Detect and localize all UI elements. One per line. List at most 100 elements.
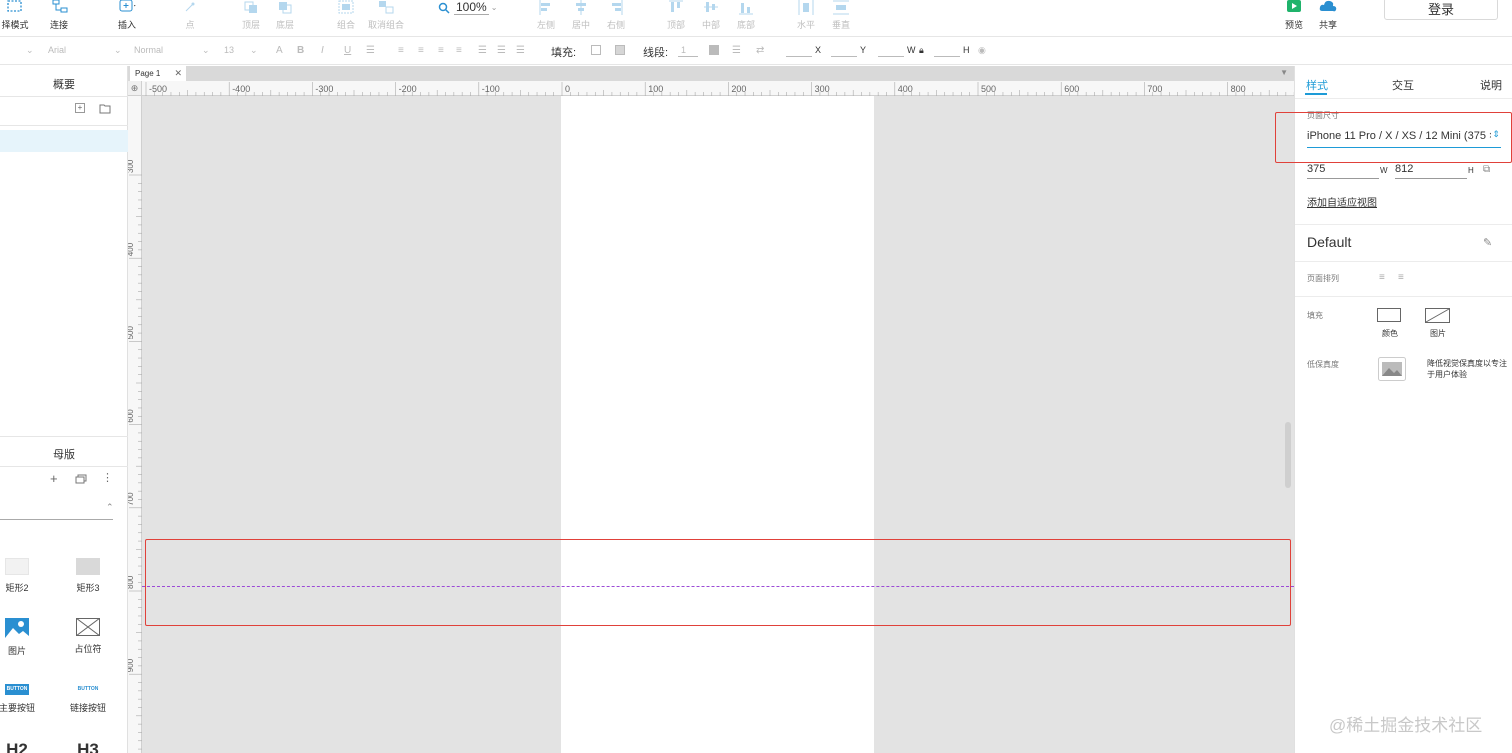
placeholder-widget-icon: [76, 618, 100, 636]
page-width-field[interactable]: [1307, 178, 1379, 179]
font-family-chevron-icon[interactable]: ⌄: [114, 45, 122, 56]
zoom-value[interactable]: 100%: [454, 0, 489, 15]
page-height-field[interactable]: [1395, 178, 1467, 179]
font-size-chevron-icon[interactable]: ⌄: [250, 45, 258, 56]
close-tab-icon[interactable]: ✕: [174, 66, 182, 81]
align-center-button[interactable]: 居中: [567, 0, 595, 37]
page-tab-strip: Page 1 ✕ ▼: [128, 66, 1294, 81]
visibility-eye-icon[interactable]: ◉: [978, 45, 986, 56]
insert-button[interactable]: 插入: [110, 0, 144, 37]
zoom-dropdown-icon[interactable]: ⌄: [491, 3, 498, 12]
arrange-center-icon[interactable]: ≡: [1398, 272, 1404, 283]
group-button[interactable]: 组合: [332, 0, 360, 37]
w-field[interactable]: [878, 56, 904, 57]
outline-selected-row[interactable]: [0, 130, 128, 152]
login-button[interactable]: 登录: [1384, 0, 1498, 20]
font-size-select[interactable]: 13: [224, 45, 234, 55]
align-right-button[interactable]: 右侧: [602, 0, 630, 37]
widget-h3[interactable]: H3: [58, 740, 118, 753]
page-width-value[interactable]: 375: [1307, 163, 1325, 175]
low-fidelity-toggle-icon[interactable]: [1378, 357, 1406, 381]
widget-primary-button[interactable]: BUTTON 主要按钮: [0, 684, 47, 714]
text-justify-icon[interactable]: ≡: [456, 45, 462, 56]
y-field[interactable]: [831, 56, 857, 57]
font-family-select[interactable]: Arial: [48, 45, 66, 55]
ruler-top-label: 400: [898, 84, 913, 94]
font-style-select[interactable]: Normal: [134, 45, 163, 55]
fill-color-swatch[interactable]: [591, 45, 601, 55]
h-field[interactable]: [934, 56, 960, 57]
add-folder-icon[interactable]: [99, 104, 111, 114]
shadow-swatch[interactable]: [615, 45, 625, 55]
library-select-chevron-icon[interactable]: ⌃: [106, 502, 114, 513]
ruler-left-label: 400: [128, 242, 135, 256]
edit-style-icon[interactable]: ✎: [1483, 236, 1492, 249]
fill-image-icon[interactable]: [1425, 308, 1450, 323]
connect-button[interactable]: 连接: [45, 0, 73, 37]
preview-button[interactable]: 预览: [1280, 0, 1308, 37]
distribute-horizontal-button[interactable]: 水平: [792, 0, 820, 37]
stroke-pattern-icon[interactable]: ☰: [732, 45, 741, 56]
align-bottom-button[interactable]: 底部: [732, 0, 760, 37]
align-middle-button[interactable]: 中部: [697, 0, 725, 37]
ruler-origin-icon[interactable]: ⊕: [128, 81, 142, 96]
tab-page1[interactable]: Page 1 ✕: [130, 66, 186, 81]
italic-icon[interactable]: I: [321, 45, 324, 56]
widget-h2[interactable]: H2: [0, 740, 47, 753]
arrow-style-icon[interactable]: ⇄: [756, 45, 764, 56]
stroke-width-value[interactable]: 1: [681, 45, 686, 55]
align-top-button[interactable]: 顶部: [662, 0, 690, 37]
widget-link-button[interactable]: BUTTON 链接按钮: [58, 684, 118, 714]
design-canvas[interactable]: [142, 96, 1294, 753]
add-master-icon[interactable]: +: [50, 471, 58, 486]
tab-style[interactable]: 样式: [1306, 77, 1328, 93]
text-align-center-icon[interactable]: ≡: [418, 45, 424, 56]
widget-image[interactable]: 图片: [0, 618, 47, 657]
text-align-right-icon[interactable]: ≡: [438, 45, 444, 56]
widget-rectangle3[interactable]: 矩形3: [58, 558, 118, 594]
share-button[interactable]: 共享: [1314, 0, 1342, 37]
canvas-vertical-scrollbar[interactable]: [1285, 422, 1291, 488]
duplicate-icon[interactable]: [75, 474, 87, 484]
style-name[interactable]: Default: [1307, 234, 1351, 250]
send-to-back-button[interactable]: 底层: [271, 0, 299, 37]
text-align-left-icon[interactable]: ≡: [398, 45, 404, 56]
fill-color-button[interactable]: [1377, 308, 1401, 322]
tab-menu-icon[interactable]: ▼: [1280, 68, 1288, 77]
distribute-vertical-button[interactable]: 垂直: [827, 0, 855, 37]
zoom-search-icon: [438, 2, 450, 14]
valign-bottom-icon[interactable]: ☰: [516, 45, 525, 56]
bold-icon[interactable]: B: [297, 45, 304, 56]
orientation-icon[interactable]: ⧉: [1483, 164, 1490, 175]
add-adaptive-view-link[interactable]: 添加自适应视图: [1307, 194, 1377, 209]
ruler-top-label: -500: [149, 84, 167, 94]
y-label: Y: [860, 45, 867, 55]
page-artboard[interactable]: [561, 96, 874, 753]
bullet-list-icon[interactable]: ☰: [366, 45, 375, 56]
select-mode-button[interactable]: 择模式: [0, 0, 30, 37]
valign-top-icon[interactable]: ☰: [478, 45, 487, 56]
tab-interaction[interactable]: 交互: [1392, 77, 1414, 93]
align-left-button[interactable]: 左侧: [532, 0, 560, 37]
x-field[interactable]: [786, 56, 812, 57]
stroke-color-swatch[interactable]: [709, 45, 719, 55]
text-color-icon[interactable]: A: [276, 45, 283, 56]
font-style-chevron-icon[interactable]: ⌄: [202, 45, 210, 56]
library-select[interactable]: [0, 519, 113, 520]
add-page-icon[interactable]: +: [75, 103, 85, 113]
zoom-control[interactable]: 100% ⌄: [438, 0, 497, 15]
widget-rectangle2[interactable]: 矩形2: [0, 558, 47, 594]
font-family-dropdown-arrow[interactable]: ⌄: [26, 45, 34, 56]
bring-to-front-button[interactable]: 顶层: [237, 0, 265, 37]
lock-icon[interactable]: 🔒︎: [919, 45, 924, 56]
widget-placeholder[interactable]: 占位符: [58, 618, 118, 655]
more-options-icon[interactable]: ⋮: [102, 471, 113, 484]
arrange-left-icon[interactable]: ≡: [1379, 272, 1385, 283]
page-height-value[interactable]: 812: [1395, 163, 1413, 175]
underline-icon[interactable]: U: [344, 45, 351, 56]
tab-notes[interactable]: 说明: [1480, 77, 1502, 93]
point-button[interactable]: 点: [176, 0, 204, 37]
valign-middle-icon[interactable]: ☰: [497, 45, 506, 56]
ungroup-button[interactable]: 取消组合: [366, 0, 406, 37]
arrange-divider: [1295, 296, 1512, 297]
